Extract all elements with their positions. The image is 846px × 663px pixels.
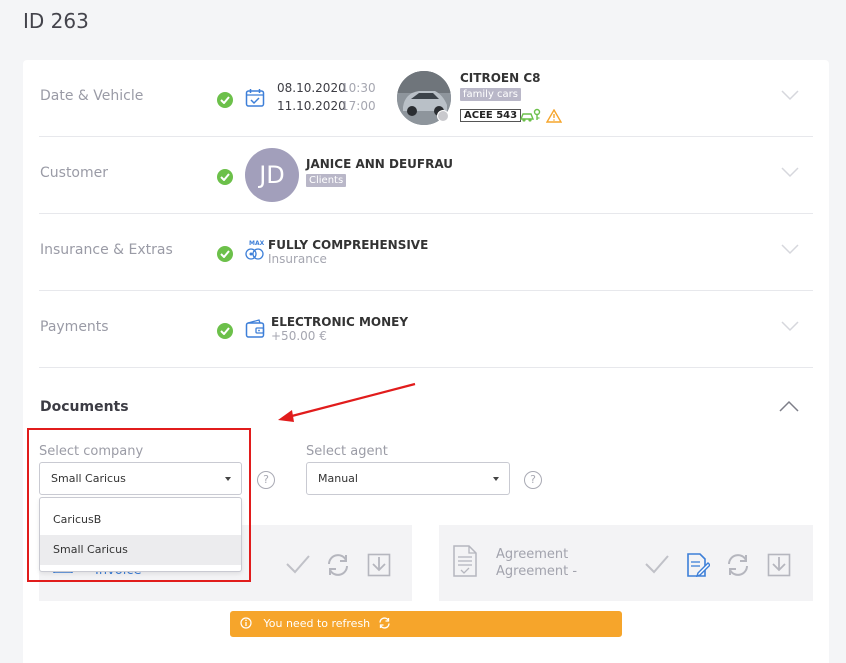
notice-text-end: Invoice and Agreement for new company (240, 643, 468, 656)
chevron-down-icon[interactable] (781, 243, 799, 255)
document-icon (453, 545, 477, 577)
section-payments[interactable]: Payments ELECTRONIC MONEY +50.00 € (39, 291, 813, 368)
customer-name: JANICE ANN DEUFRAU (306, 157, 453, 171)
vehicle-status-dot (437, 110, 449, 122)
check-icon (217, 92, 233, 108)
insurance-type: Insurance (268, 252, 327, 266)
chevron-down-icon[interactable] (781, 89, 799, 101)
download-icon[interactable] (367, 553, 391, 577)
license-plate: ACEE 543 (460, 109, 522, 122)
approve-icon[interactable] (644, 553, 670, 575)
check-icon (217, 246, 233, 262)
chevron-down-icon[interactable] (781, 320, 799, 332)
chevron-up-icon[interactable] (779, 400, 799, 413)
agreement-subtitle: Agreement - (496, 564, 578, 579)
agreement-title: Agreement (496, 547, 569, 562)
start-date: 08.10.2020 (277, 81, 346, 95)
section-date-vehicle[interactable]: Date & Vehicle 08.10.2020 10:30 11.10.20… (39, 60, 813, 137)
calendar-icon (245, 89, 265, 107)
customer-group-tag: Clients (306, 174, 347, 187)
insurance-name: FULLY COMPREHENSIVE (268, 238, 429, 252)
highlight-box (27, 428, 251, 582)
refresh-icon[interactable] (725, 553, 751, 577)
annotation-arrow (278, 382, 416, 422)
refresh-icon[interactable] (325, 553, 351, 577)
help-icon[interactable]: ? (524, 471, 542, 489)
wallet-icon (245, 319, 265, 338)
warning-icon (546, 109, 562, 123)
info-icon (240, 617, 252, 629)
notice-text-start: You need to refresh (263, 617, 371, 630)
documents-title: Documents (40, 399, 129, 415)
end-date: 11.10.2020 (277, 99, 346, 113)
download-icon[interactable] (767, 553, 791, 577)
payment-amount: +50.00 € (271, 329, 327, 343)
agreement-panel: Agreement Agreement - (439, 525, 813, 601)
check-icon (217, 169, 233, 185)
refresh-icon (378, 617, 390, 629)
check-icon (217, 323, 233, 339)
section-label: Customer (40, 165, 109, 181)
agent-select[interactable]: Manual (306, 462, 510, 495)
payment-method: ELECTRONIC MONEY (271, 315, 409, 329)
caret-down-icon (493, 477, 499, 481)
customer-avatar: JD (245, 148, 299, 202)
start-time: 10:30 (341, 81, 376, 95)
chevron-down-icon[interactable] (781, 166, 799, 178)
section-customer[interactable]: Customer JD JANICE ANN DEUFRAU Clients (39, 137, 813, 214)
help-icon[interactable]: ? (257, 471, 275, 489)
section-label: Payments (40, 319, 109, 335)
section-insurance[interactable]: Insurance & Extras MAX FULLY COMPREHENSI… (39, 214, 813, 291)
end-time: 17:00 (341, 99, 376, 113)
vehicle-category-tag: family cars (460, 88, 521, 101)
refresh-notice: You need to refresh Invoice and Agreemen… (230, 611, 622, 656)
approve-icon[interactable] (285, 553, 311, 575)
section-label: Date & Vehicle (40, 88, 144, 104)
vehicle-name: CITROEN C8 (460, 71, 541, 85)
umbrella-icon (245, 248, 264, 260)
car-key-icon (520, 108, 541, 122)
edit-document-icon[interactable] (686, 553, 710, 577)
agent-label: Select agent (306, 444, 388, 459)
page-title: ID 263 (23, 9, 89, 33)
section-label: Insurance & Extras (40, 242, 173, 258)
agent-select-value: Manual (318, 472, 358, 485)
